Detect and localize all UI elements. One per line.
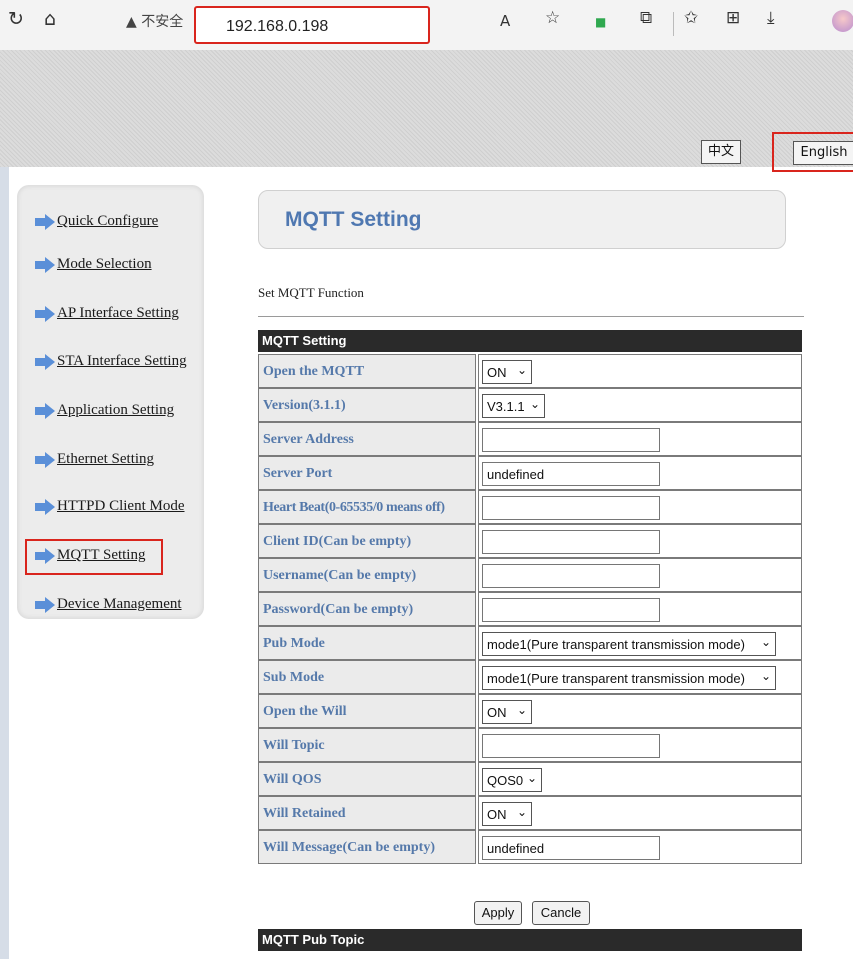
- will-retained-select[interactable]: ON ⌄: [482, 802, 532, 826]
- arrow-icon: [35, 257, 55, 273]
- sidebar-item-label: HTTPD Client Mode: [57, 498, 185, 514]
- arrow-icon: [35, 452, 55, 468]
- field-label: Open the MQTT: [263, 364, 365, 379]
- row-will-qos: Will QOS QOS0 ⌄: [258, 762, 802, 796]
- field-label: Client ID(Can be empty): [263, 534, 412, 549]
- arrow-icon: [35, 403, 55, 419]
- password-input[interactable]: [482, 598, 660, 622]
- field-label: Will QOS: [263, 772, 322, 787]
- row-version: Version(3.1.1) V3.1.1 ⌄: [258, 388, 802, 422]
- row-server-address: Server Address: [258, 422, 802, 456]
- favorite-add-icon[interactable]: ☆: [545, 8, 560, 28]
- field-label: Pub Mode: [263, 636, 325, 651]
- downloads-icon[interactable]: ⤓: [767, 8, 775, 28]
- refresh-icon[interactable]: ↻: [8, 8, 24, 30]
- row-heart-beat: Heart Beat(0-65535/0 means off): [258, 490, 802, 524]
- page-subtitle: Set MQTT Function: [258, 285, 364, 300]
- chevron-down-icon: ⌄: [760, 669, 771, 683]
- field-label: Heart Beat(0-65535/0 means off): [263, 500, 445, 515]
- heart-beat-input[interactable]: [482, 496, 660, 520]
- cancel-button[interactable]: Cancle: [532, 901, 590, 925]
- field-label: Will Topic: [263, 738, 325, 753]
- chevron-down-icon: ⌄: [516, 363, 527, 377]
- server-port-input[interactable]: [482, 462, 660, 486]
- version-select[interactable]: V3.1.1 ⌄: [482, 394, 545, 418]
- language-chinese-button[interactable]: 中文: [701, 140, 741, 164]
- home-icon[interactable]: ⌂: [44, 8, 56, 30]
- field-label: Password(Can be empty): [263, 602, 414, 617]
- row-open-mqtt: Open the MQTT ON ⌄: [258, 354, 802, 388]
- username-input[interactable]: [482, 564, 660, 588]
- page-title: MQTT Setting: [285, 208, 422, 231]
- row-sub-mode: Sub Mode mode1(Pure transparent transmis…: [258, 660, 802, 694]
- page-title-card: MQTT Setting: [258, 190, 786, 249]
- sidebar-item-label: STA Interface Setting: [57, 353, 187, 369]
- arrow-icon: [35, 354, 55, 370]
- pub-topic-header: MQTT Pub Topic: [258, 929, 802, 951]
- field-label: Version(3.1.1): [263, 398, 346, 413]
- open-will-select[interactable]: ON ⌄: [482, 700, 532, 724]
- apply-button[interactable]: Apply: [474, 901, 522, 925]
- client-id-input[interactable]: [482, 530, 660, 554]
- server-address-input[interactable]: [482, 428, 660, 452]
- chevron-down-icon: ⌄: [760, 635, 771, 649]
- sidebar-item-label: Mode Selection: [57, 256, 152, 272]
- sidebar-item-label: Application Setting: [57, 402, 175, 418]
- arrow-icon: [35, 548, 55, 564]
- field-label: Server Address: [263, 432, 354, 447]
- extension-icon[interactable]: ■: [595, 15, 606, 29]
- sidebar-item-label: Quick Configure: [57, 213, 159, 229]
- favorites-icon[interactable]: ✩: [684, 8, 698, 28]
- field-label: Sub Mode: [263, 670, 325, 685]
- profile-avatar[interactable]: [832, 10, 853, 32]
- sidebar-item-label: AP Interface Setting: [57, 305, 179, 321]
- chevron-down-icon: ⌄: [516, 703, 527, 717]
- row-will-topic: Will Topic: [258, 728, 802, 762]
- row-password: Password(Can be empty): [258, 592, 802, 626]
- warning-icon: ▲: [126, 14, 137, 30]
- sub-mode-select[interactable]: mode1(Pure transparent transmission mode…: [482, 666, 776, 690]
- security-label: 不安全: [141, 14, 184, 30]
- row-server-port: Server Port: [258, 456, 802, 490]
- sidebar-item-label: Ethernet Setting: [57, 451, 155, 467]
- field-label: Username(Can be empty): [263, 568, 417, 583]
- chevron-down-icon: ⌄: [526, 771, 537, 785]
- url-text: 192.168.0.198: [226, 18, 329, 35]
- row-open-will: Open the Will ON ⌄: [258, 694, 802, 728]
- arrow-icon: [35, 499, 55, 515]
- will-qos-select[interactable]: QOS0 ⌄: [482, 768, 542, 792]
- will-topic-input[interactable]: [482, 734, 660, 758]
- collections-icon[interactable]: ⊞: [726, 8, 740, 28]
- toolbar-divider: [673, 12, 674, 36]
- open-mqtt-select[interactable]: ON ⌄: [482, 360, 532, 384]
- sidebar-item-label: Device Management: [57, 596, 182, 612]
- row-will-retained: Will Retained ON ⌄: [258, 796, 802, 830]
- security-indicator[interactable]: ▲ 不安全: [126, 11, 183, 31]
- language-english-button[interactable]: English: [793, 141, 853, 165]
- row-client-id: Client ID(Can be empty): [258, 524, 802, 558]
- divider: [258, 316, 804, 317]
- arrow-icon: [35, 214, 55, 230]
- pub-mode-select[interactable]: mode1(Pure transparent transmission mode…: [482, 632, 776, 656]
- field-label: Will Message(Can be empty): [263, 840, 435, 855]
- will-message-input[interactable]: [482, 836, 660, 860]
- arrow-icon: [35, 597, 55, 613]
- row-will-message: Will Message(Can be empty): [258, 830, 802, 864]
- chevron-down-icon: ⌄: [529, 397, 540, 411]
- row-pub-mode: Pub Mode mode1(Pure transparent transmis…: [258, 626, 802, 660]
- extensions-puzzle-icon[interactable]: ⧉: [640, 8, 652, 28]
- row-username: Username(Can be empty): [258, 558, 802, 592]
- field-label: Will Retained: [263, 806, 346, 821]
- chevron-down-icon: ⌄: [516, 805, 527, 819]
- field-label: Server Port: [263, 466, 333, 481]
- read-aloud-icon[interactable]: A: [500, 12, 510, 30]
- browser-toolbar: ↻ ⌂ ▲ 不安全 192.168.0.198 A ☆ ■ ⧉ ✩ ⊞ ⤓: [0, 0, 853, 50]
- sidebar-item-label: MQTT Setting: [57, 547, 146, 563]
- section-header: MQTT Setting: [258, 330, 802, 352]
- field-label: Open the Will: [263, 704, 347, 719]
- arrow-icon: [35, 306, 55, 322]
- address-bar[interactable]: 192.168.0.198: [194, 6, 430, 44]
- left-gutter: [0, 167, 9, 959]
